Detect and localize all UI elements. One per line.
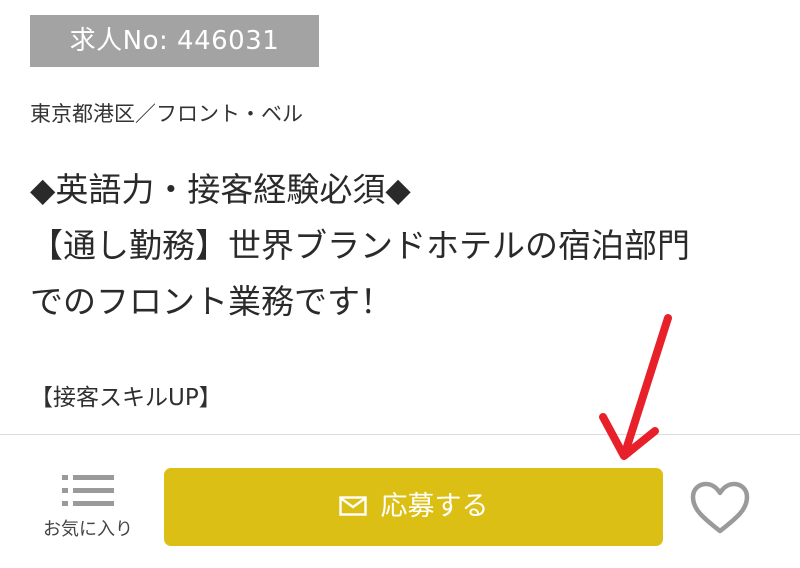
job-title-line-3: でのフロント業務です！ (30, 282, 393, 321)
list-icon (62, 475, 114, 506)
favorites-label: お気に入り (43, 519, 133, 540)
job-location-category: 東京都港区／フロント・ベル (30, 102, 303, 126)
mail-icon (338, 495, 367, 516)
bottom-action-bar: お気に入り 応募する (0, 434, 800, 568)
job-tagline: 【接客スキルUP】 (30, 385, 222, 411)
apply-button[interactable]: 応募する (164, 468, 663, 546)
job-title: ◆英語力・接客経験必須◆ 【通し勤務】世界ブランドホテルの宿泊部門 でのフロント… (30, 162, 790, 330)
job-id-badge: 求人No: 446031 (30, 15, 319, 67)
job-title-line-2: 【通し勤務】世界ブランドホテルの宿泊部門 (30, 226, 690, 265)
favorites-list-button[interactable]: お気に入り (30, 473, 146, 547)
job-title-line-1: ◆英語力・接客経験必須◆ (30, 170, 411, 209)
apply-button-label: 応募する (380, 491, 489, 522)
favorite-heart-button[interactable] (688, 479, 752, 537)
heart-outline-icon (690, 481, 750, 534)
job-detail-page: 求人No: 446031 東京都港区／フロント・ベル ◆英語力・接客経験必須◆ … (0, 0, 800, 568)
